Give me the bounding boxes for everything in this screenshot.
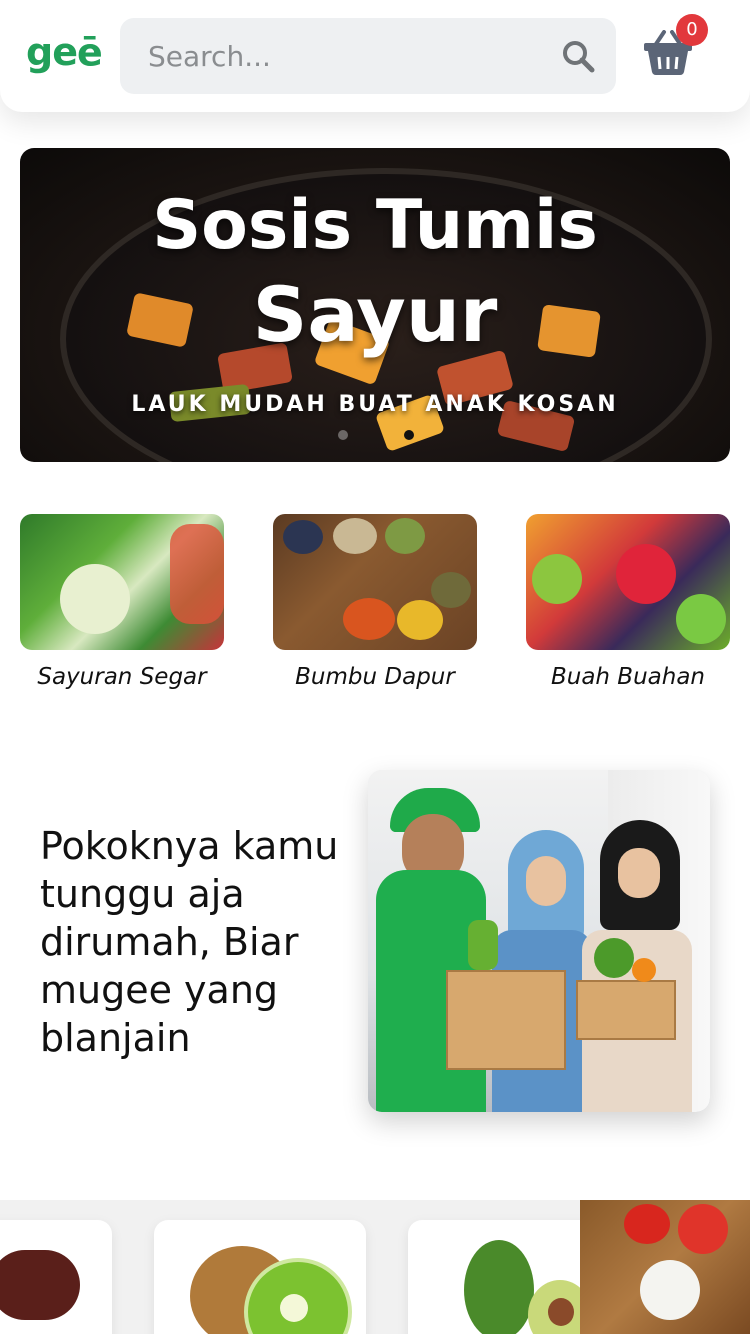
banner-title-line2: Sayur [252,270,498,359]
carousel-dot-active[interactable] [404,430,414,440]
category-label: Bumbu Dapur [295,664,455,690]
vegetables-image [20,514,224,650]
search-input[interactable] [146,38,550,74]
product-card-dates[interactable] [0,1220,112,1334]
avocado-image [464,1240,534,1334]
cart-count-badge: 0 [676,14,708,46]
carousel-dot[interactable] [338,430,348,440]
dates-image [0,1250,80,1320]
product-strip [0,1200,750,1334]
category-label: Sayuran Segar [37,664,207,690]
category-card-bumbu[interactable]: Bumbu Dapur [273,514,477,690]
promo-banner[interactable]: Sosis Tumis Sayur LAUK MUDAH BUAT ANAK K… [20,148,730,462]
category-card-buah[interactable]: Buah Buahan [526,514,730,690]
product-card-kiwi[interactable] [154,1220,366,1334]
category-card-sayuran[interactable]: Sayuran Segar [20,514,224,690]
spices-image [273,514,477,650]
search-icon[interactable] [560,38,596,74]
logo[interactable]: geē [26,30,103,74]
app-header: geē 0 [0,0,750,112]
promo-text: Pokoknya kamu tunggu aja dirumah, Biar m… [40,824,339,1060]
delivery-image [368,770,710,1112]
search-bar[interactable] [120,18,616,94]
banner-subtitle: LAUK MUDAH BUAT ANAK KOSAN [131,392,619,417]
banner-title-line1: Sosis Tumis [152,186,598,265]
vegetable-board-image [580,1200,750,1334]
category-label: Buah Buahan [550,664,706,690]
fruits-image [526,514,730,650]
